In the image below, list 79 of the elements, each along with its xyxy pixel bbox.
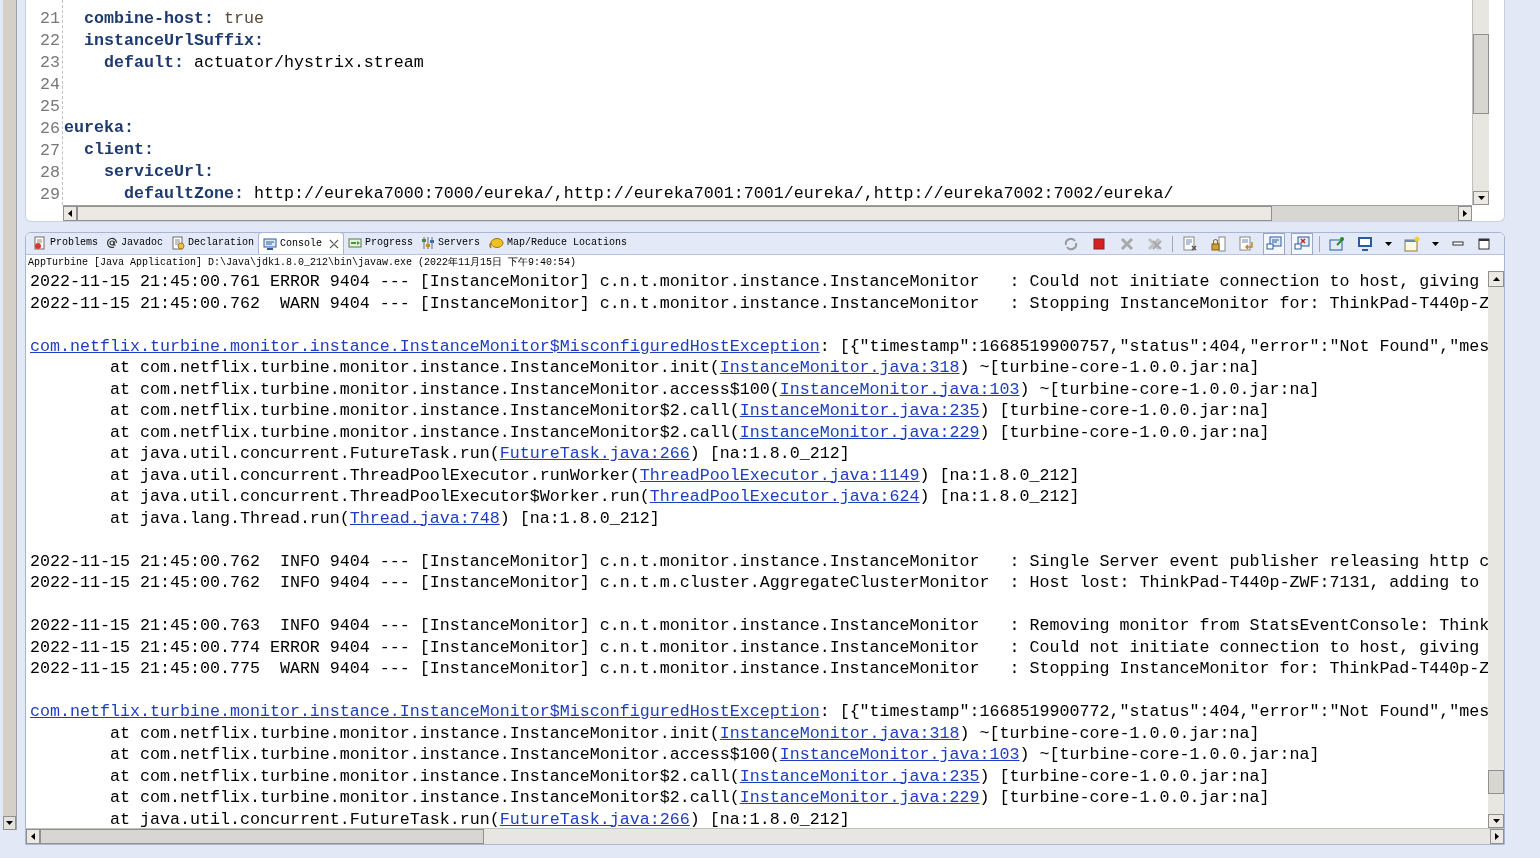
console-line: 2022-11-15 21:45:00.761 ERROR 9404 --- [InstanceMonitor] c.n.t.monitor.instance.InstanceMonitor : Could not initiate connection to host, giving	[30, 271, 1481, 293]
line-number: 26	[40, 118, 60, 140]
source-link[interactable]: com.netflix.turbine.monitor.instance.InstanceMonitor$MisconfiguredHostException	[30, 702, 820, 721]
console-line: 2022-11-15 21:45:00.762 WARN 9404 --- [InstanceMonitor] c.n.t.monitor.instance.InstanceMonitor : Stopping InstanceMonitor for: ThinkPad-T440p-Z	[30, 292, 1488, 314]
line-number: 29	[40, 184, 60, 206]
vertical-scrollbar[interactable]	[1488, 271, 1504, 828]
console-line: at com.netflix.turbine.monitor.instance.InstanceMonitor$2.call(InstanceMonitor.java:229) [turbine-core-1.0.0.jar:na]	[108, 787, 1271, 809]
scroll-thumb[interactable]	[40, 829, 484, 844]
console-output-icon[interactable]	[1263, 233, 1285, 255]
console-line: at java.lang.Thread.run(Thread.java:748) [na:1.8.0_212]	[108, 507, 661, 529]
source-link[interactable]: FutureTask.java:266	[499, 809, 690, 828]
console-line: at com.netflix.turbine.monitor.instance.InstanceMonitor.access$100(InstanceMonitor.java:103) ~[turbine-core-1.0.0.jar:na]	[108, 378, 1321, 400]
code-line: instanceUrlSuffix:	[83, 30, 265, 52]
document-icon	[171, 236, 186, 250]
source-link[interactable]: InstanceMonitor.java:229	[739, 788, 980, 807]
vertical-scrollbar[interactable]	[1472, 0, 1489, 205]
view-tab[interactable]: Javadoc	[102, 233, 168, 254]
console-line: at com.netflix.turbine.monitor.instance.InstanceMonitor.access$100(InstanceMonitor.java:103) ~[turbine-core-1.0.0.jar:na]	[108, 744, 1321, 766]
console-line: 2022-11-15 21:45:00.763 INFO 9404 --- [InstanceMonitor] c.n.t.monitor.instance.InstanceMonitor : Removing monitor from StatsEventConsole: Think	[30, 615, 1488, 637]
view-tab[interactable]: Map/Reduce Locations	[484, 233, 632, 254]
problems-icon	[33, 236, 47, 250]
console-line: com.netflix.turbine.monitor.instance.InstanceMonitor$MisconfiguredHostException: [{"timestamp":1668519900772,"status":404,"error":"Not Found","mes	[30, 701, 1488, 723]
source-link[interactable]: InstanceMonitor.java:229	[739, 422, 980, 442]
source-link[interactable]: InstanceMonitor.java:235	[739, 401, 980, 420]
source-link[interactable]: com.netflix.turbine.monitor.instance.InstanceMonitor$MisconfiguredHostException	[30, 336, 820, 356]
at-sign-icon	[106, 237, 118, 249]
console-description: AppTurbine [Java Application] D:\Java\jdk1.8.0_212\bin\javaw.exe (2022年11月15日 下午9:40:54)	[27, 256, 578, 270]
line-number: 21	[40, 8, 60, 30]
view-tab[interactable]: Problems	[29, 233, 102, 254]
console-line: 2022-11-15 21:45:00.762 INFO 9404 --- [InstanceMonitor] c.n.t.m.cluster.AggregateClusterMonitor : Host lost: ThinkPad-T440p-ZWF:7131, adding to	[30, 572, 1481, 594]
console-line: com.netflix.turbine.monitor.instance.InstanceMonitor$MisconfiguredHostException: [{"timestamp":1668519900757,"status":404,"error":"Not Found","mes	[30, 335, 1488, 357]
view-tab[interactable]: Progress	[344, 233, 418, 254]
line-number: 22	[40, 30, 60, 52]
line-number: 25	[40, 96, 60, 118]
source-link[interactable]: InstanceMonitor.java:318	[719, 358, 960, 377]
source-link[interactable]: ThreadPoolExecutor.java:624	[649, 487, 920, 506]
scroll-thumb[interactable]	[1488, 770, 1504, 794]
console-line: at com.netflix.turbine.monitor.instance.InstanceMonitor.init(InstanceMonitor.java:318) ~[turbine-core-1.0.0.jar:na]	[108, 357, 1261, 379]
console-line: 2022-11-15 21:45:00.774 ERROR 9404 --- [InstanceMonitor] c.n.t.monitor.instance.InstanceMonitor : Could not initiate connection to host, giving	[30, 636, 1481, 658]
source-link[interactable]: InstanceMonitor.java:103	[779, 379, 1020, 399]
progress-icon	[348, 236, 363, 250]
view-tab[interactable]: Declaration	[167, 233, 259, 254]
console-line: 2022-11-15 21:45:00.775 WARN 9404 --- [InstanceMonitor] c.n.t.monitor.instance.InstanceMonitor : Stopping InstanceMonitor for: ThinkPad-T440p-Z	[30, 658, 1488, 680]
source-link[interactable]: InstanceMonitor.java:235	[739, 766, 980, 786]
code-line: serviceUrl:	[102, 161, 215, 183]
console-line: at com.netflix.turbine.monitor.instance.InstanceMonitor$2.call(InstanceMonitor.java:235) [turbine-core-1.0.0.jar:na]	[108, 400, 1271, 422]
line-number: 27	[40, 140, 60, 162]
code-line: default: actuator/hystrix.stream	[102, 52, 425, 74]
view-tab[interactable]: Servers	[417, 233, 485, 254]
source-link[interactable]: FutureTask.java:266	[499, 444, 690, 463]
console-line: at java.util.concurrent.FutureTask.run(FutureTask.java:266) [na:1.8.0_212]	[108, 808, 851, 828]
scroll-thumb[interactable]	[77, 206, 1272, 221]
close-icon[interactable]	[329, 238, 340, 249]
console-icon	[263, 236, 278, 251]
source-link[interactable]: InstanceMonitor.java:318	[719, 723, 960, 743]
console-line: at java.util.concurrent.ThreadPoolExecutor$Worker.run(ThreadPoolExecutor.java:624) [na:1.8.0_212]	[108, 486, 1081, 508]
console-line: at com.netflix.turbine.monitor.instance.InstanceMonitor$2.call(InstanceMonitor.java:229) [turbine-core-1.0.0.jar:na]	[108, 421, 1271, 443]
vertical-scrollbar[interactable]	[3, 0, 17, 830]
view-tab[interactable]: Console	[258, 233, 345, 254]
horizontal-scrollbar[interactable]	[26, 828, 1504, 844]
console-error-icon[interactable]	[1291, 233, 1313, 255]
console-line: at com.netflix.turbine.monitor.instance.InstanceMonitor.init(InstanceMonitor.java:318) ~[turbine-core-1.0.0.jar:na]	[108, 722, 1261, 744]
console-line: at java.util.concurrent.ThreadPoolExecutor.runWorker(ThreadPoolExecutor.java:1149) [na:1.8.0_212]	[108, 464, 1081, 486]
code-line: eureka:	[63, 117, 135, 139]
source-link[interactable]: InstanceMonitor.java:103	[779, 745, 1020, 764]
source-link[interactable]: Thread.java:748	[349, 508, 500, 528]
code-line: defaultZone: http://eureka7000:7000/eureka/,http://eureka7001:7001/eureka/,http://eureka7002:7002/eureka/	[122, 183, 1175, 205]
console-line: 2022-11-15 21:45:00.762 INFO 9404 --- [InstanceMonitor] c.n.t.monitor.instance.InstanceMonitor : Single Server event publisher releasing http c	[30, 550, 1488, 572]
horizontal-scrollbar[interactable]	[63, 205, 1472, 221]
console-line: at java.util.concurrent.FutureTask.run(FutureTask.java:266) [na:1.8.0_212]	[108, 443, 851, 465]
source-link[interactable]: ThreadPoolExecutor.java:1149	[639, 465, 920, 485]
code-line: combine-host: true	[83, 8, 265, 30]
scroll-thumb[interactable]	[1473, 34, 1489, 114]
line-number: 23	[40, 52, 60, 74]
line-number: 28	[40, 162, 60, 184]
servers-icon	[421, 236, 436, 250]
code-line: client:	[83, 139, 155, 161]
console-line: at com.netflix.turbine.monitor.instance.InstanceMonitor$2.call(InstanceMonitor.java:235) [turbine-core-1.0.0.jar:na]	[108, 765, 1271, 787]
line-number: 24	[40, 74, 60, 96]
